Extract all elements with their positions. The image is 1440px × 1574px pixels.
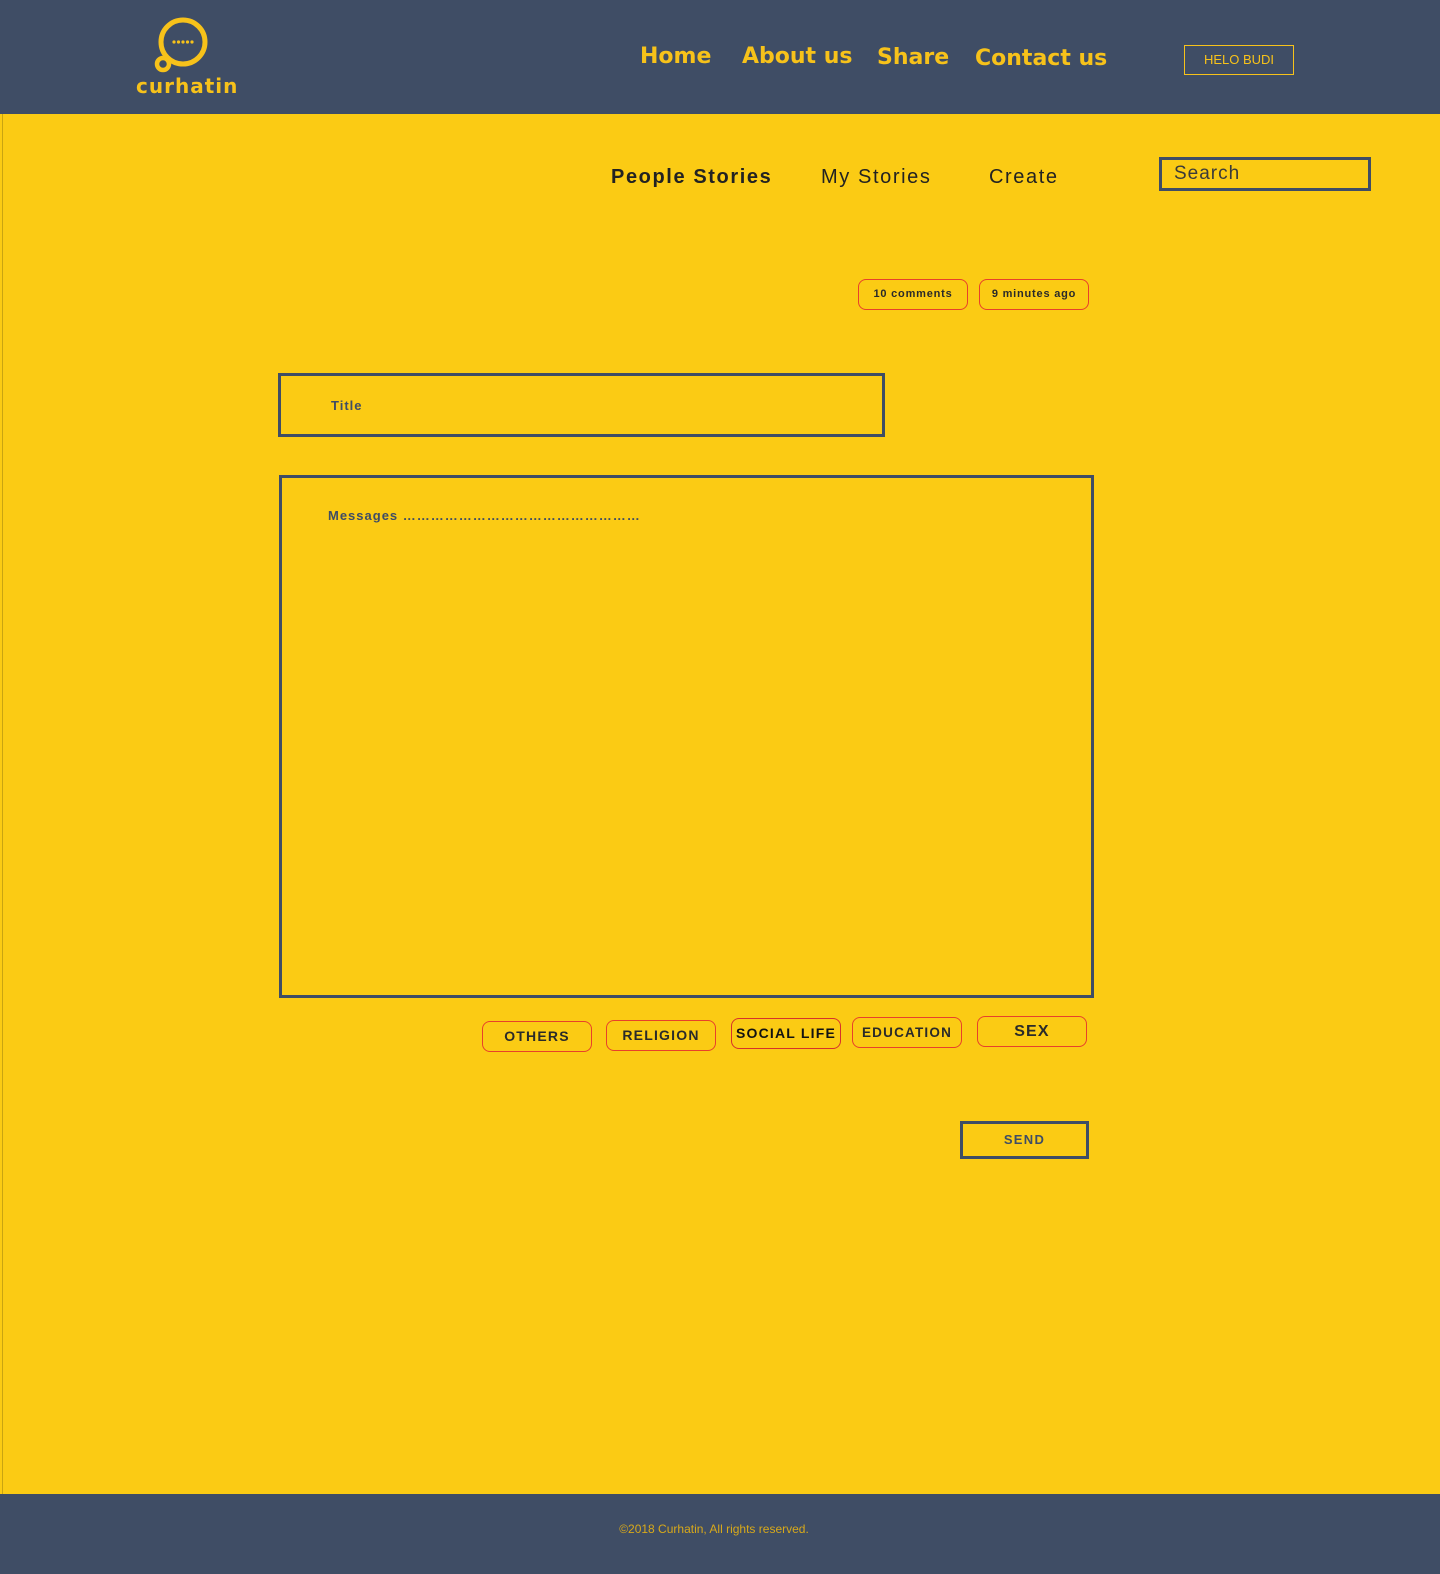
comments-badge[interactable]: 10 comments [858, 279, 968, 310]
search-input[interactable] [1159, 157, 1371, 191]
category-religion[interactable]: RELIGION [606, 1020, 716, 1051]
nav-home[interactable]: Home [640, 44, 711, 69]
timestamp-badge: 9 minutes ago [979, 279, 1089, 310]
page-left-divider [2, 114, 3, 1494]
copyright-text: ©2018 Curhatin, All rights reserved. [619, 1522, 809, 1536]
tab-people-stories[interactable]: People Stories [611, 166, 772, 189]
category-sex[interactable]: SEX [977, 1016, 1087, 1047]
logo-text: curhatin [136, 74, 239, 98]
site-header: curhatin Home About us Share Contact us … [0, 0, 1440, 114]
nav-share[interactable]: Share [877, 45, 949, 70]
nav-about-us[interactable]: About us [742, 44, 852, 69]
site-footer: ©2018 Curhatin, All rights reserved. [0, 1494, 1440, 1574]
user-greeting-button[interactable]: HELO BUDI [1184, 45, 1294, 75]
message-textarea[interactable] [279, 475, 1094, 998]
title-input[interactable] [278, 373, 885, 437]
send-button[interactable]: SEND [960, 1121, 1089, 1159]
tab-create[interactable]: Create [989, 166, 1059, 189]
chat-bubble-icon [154, 17, 208, 73]
tab-my-stories[interactable]: My Stories [821, 166, 931, 189]
nav-contact-us[interactable]: Contact us [975, 46, 1107, 71]
logo[interactable]: curhatin [136, 16, 239, 98]
category-social-life[interactable]: SOCIAL LIFE [731, 1018, 841, 1049]
category-others[interactable]: OTHERS [482, 1021, 592, 1052]
category-education[interactable]: EDUCATION [852, 1017, 962, 1048]
